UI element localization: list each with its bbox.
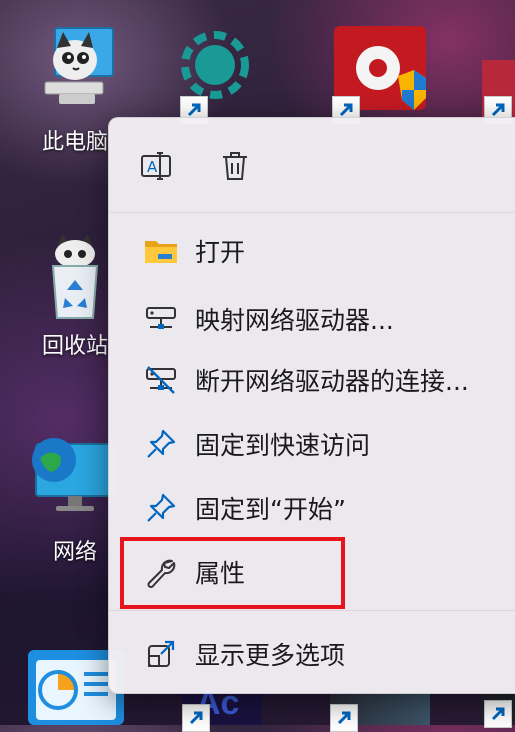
desktop-icon-label: 回收站 [41,334,108,359]
delete-icon [223,152,247,180]
desktop-icon-this-pc[interactable]: 此电脑 [30,20,120,170]
menu-item-pin-start[interactable]: 固定到“开始” [119,479,515,537]
map-network-drive-icon [139,297,183,341]
menu-item-map-network-drive[interactable]: 映射网络驱动器... [119,290,515,348]
shortcut-arrow-icon [330,704,358,732]
highlight-box [120,537,345,609]
delete-button[interactable] [213,144,257,188]
disconnect-network-drive-icon [139,358,183,402]
desktop-icon-app-2[interactable] [170,20,260,124]
folder-icon [139,229,183,273]
rename-button[interactable]: A [135,144,179,188]
menu-item-open[interactable]: 打开 [119,222,515,280]
menu-divider [109,212,515,213]
menu-item-label: 断开网络驱动器的连接... [195,367,469,396]
menu-item-disconnect-network-drive[interactable]: 断开网络驱动器的连接... [119,351,515,409]
desktop-icon-label: 此电脑 [41,130,108,155]
desktop-icon-app-7[interactable] [330,690,430,732]
desktop-icon-app-4-partial[interactable] [482,60,515,124]
menu-item-pin-quick-access[interactable]: 固定到快速访问 [119,415,515,473]
menu-item-show-more-options[interactable]: 显示更多选项 [119,625,515,683]
shortcut-arrow-icon [182,704,210,732]
desktop-icon-app-6[interactable]: Ac [182,684,262,732]
menu-item-label: 映射网络驱动器... [195,306,394,335]
desktop-icon-app-8[interactable] [482,690,515,728]
pin-icon [139,486,183,530]
rename-icon: A [141,152,171,180]
shortcut-arrow-icon [484,700,512,728]
recycle-bin-icon [51,234,99,319]
desktop-icon-app-3[interactable] [330,20,426,124]
menu-divider [109,610,515,611]
show-more-icon [139,632,183,676]
svg-text:A: A [147,158,158,176]
menu-item-label: 固定到“开始” [195,495,346,524]
this-pc-icon [44,27,114,104]
desktop-icon-recycle-bin[interactable]: 回收站 [30,232,120,362]
pin-icon [139,422,183,466]
desktop-icon-network[interactable]: 网络 [30,430,120,570]
menu-item-label: 打开 [195,238,246,267]
menu-item-label: 显示更多选项 [195,641,346,670]
desktop-icon-label: 网络 [52,540,97,565]
network-icon [32,438,115,511]
menu-item-label: 固定到快速访问 [195,431,371,460]
